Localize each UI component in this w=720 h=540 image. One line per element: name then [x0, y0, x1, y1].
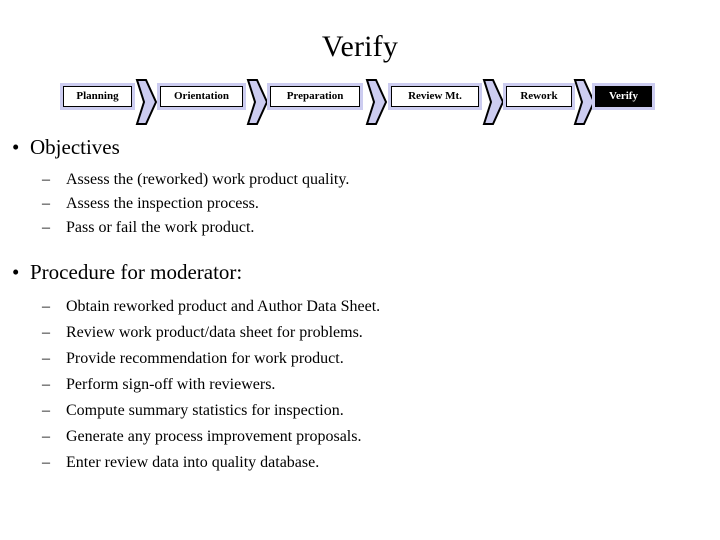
list-item: – Provide recommendation for work product… [0, 346, 720, 372]
section-heading: • Objectives [0, 134, 720, 160]
list-item: – Compute summary statistics for inspecti… [0, 398, 720, 424]
flow-step-preparation[interactable]: Preparation [267, 83, 363, 110]
list-item: – Enter review data into quality database… [0, 450, 720, 476]
list-item-label: Provide recommendation for work product. [66, 350, 344, 367]
dash-bullet-icon: – [42, 350, 50, 367]
dash-bullet-icon: – [42, 428, 50, 445]
process-flow-diagram: Planning Orientation Preparation Review Mt.… [0, 78, 720, 130]
flow-step-label: Preparation [270, 86, 360, 107]
dash-bullet-icon: – [42, 195, 50, 212]
flow-arrow-icon [244, 78, 270, 126]
flow-step-label: Review Mt. [391, 86, 479, 107]
list-item-label: Pass or fail the work product. [66, 219, 255, 236]
flow-step-label: Planning [63, 86, 132, 107]
dash-bullet-icon: – [42, 454, 50, 471]
flow-step-label: Verify [595, 86, 652, 107]
flow-step-label: Rework [506, 86, 572, 107]
flow-step-orientation[interactable]: Orientation [157, 83, 246, 110]
dash-bullet-icon: – [42, 324, 50, 341]
flow-arrow-icon [133, 78, 159, 126]
page-title: Verify [321, 30, 399, 63]
flow-step-review-mt[interactable]: Review Mt. [388, 83, 482, 110]
flow-step-verify[interactable]: Verify [592, 83, 655, 110]
list-item: – Obtain reworked product and Author Data… [0, 294, 720, 320]
flow-arrow-icon [363, 78, 389, 126]
list-item-label: Perform sign-off with reviewers. [66, 376, 276, 393]
section-heading-label: Objectives [30, 135, 120, 159]
list-item: – Assess the (reworked) work product qual… [0, 168, 720, 192]
content-section: • Procedure for moderator: – Obtain reworke… [0, 259, 720, 476]
bullet-icon: • [12, 135, 20, 159]
list-item-label: Obtain reworked product and Author Data … [66, 298, 381, 315]
list-item: – Generate any process improvement propos… [0, 424, 720, 450]
section-item-list: – Obtain reworked product and Author Data… [0, 294, 720, 476]
section-heading-label: Procedure for moderator: [30, 260, 243, 284]
slide-body: • Objectives – Assess the (reworked) work p… [0, 134, 720, 476]
list-item: – Pass or fail the work product. [0, 216, 720, 240]
flow-arrow-icon [480, 78, 506, 126]
list-item: – Assess the inspection process. [0, 192, 720, 216]
list-item-label: Assess the (reworked) work product quali… [66, 171, 350, 188]
dash-bullet-icon: – [42, 376, 50, 393]
dash-bullet-icon: – [42, 298, 50, 315]
list-item-label: Review work product/data sheet for probl… [66, 324, 363, 341]
list-item: – Perform sign-off with reviewers. [0, 372, 720, 398]
list-item-label: Enter review data into quality database. [66, 454, 320, 471]
dash-bullet-icon: – [42, 402, 50, 419]
list-item-label: Generate any process improvement proposa… [66, 428, 362, 445]
dash-bullet-icon: – [42, 171, 50, 188]
flow-step-label: Orientation [160, 86, 243, 107]
flow-step-planning[interactable]: Planning [60, 83, 135, 110]
list-item: – Review work product/data sheet for prob… [0, 320, 720, 346]
list-item-label: Assess the inspection process. [66, 195, 259, 212]
flow-step-rework[interactable]: Rework [503, 83, 575, 110]
list-item-label: Compute summary statistics for inspectio… [66, 402, 344, 419]
section-item-list: – Assess the (reworked) work product qual… [0, 168, 720, 240]
content-section: • Objectives – Assess the (reworked) work p… [0, 134, 720, 240]
dash-bullet-icon: – [42, 219, 50, 236]
section-heading: • Procedure for moderator: [0, 259, 720, 285]
bullet-icon: • [12, 260, 20, 284]
